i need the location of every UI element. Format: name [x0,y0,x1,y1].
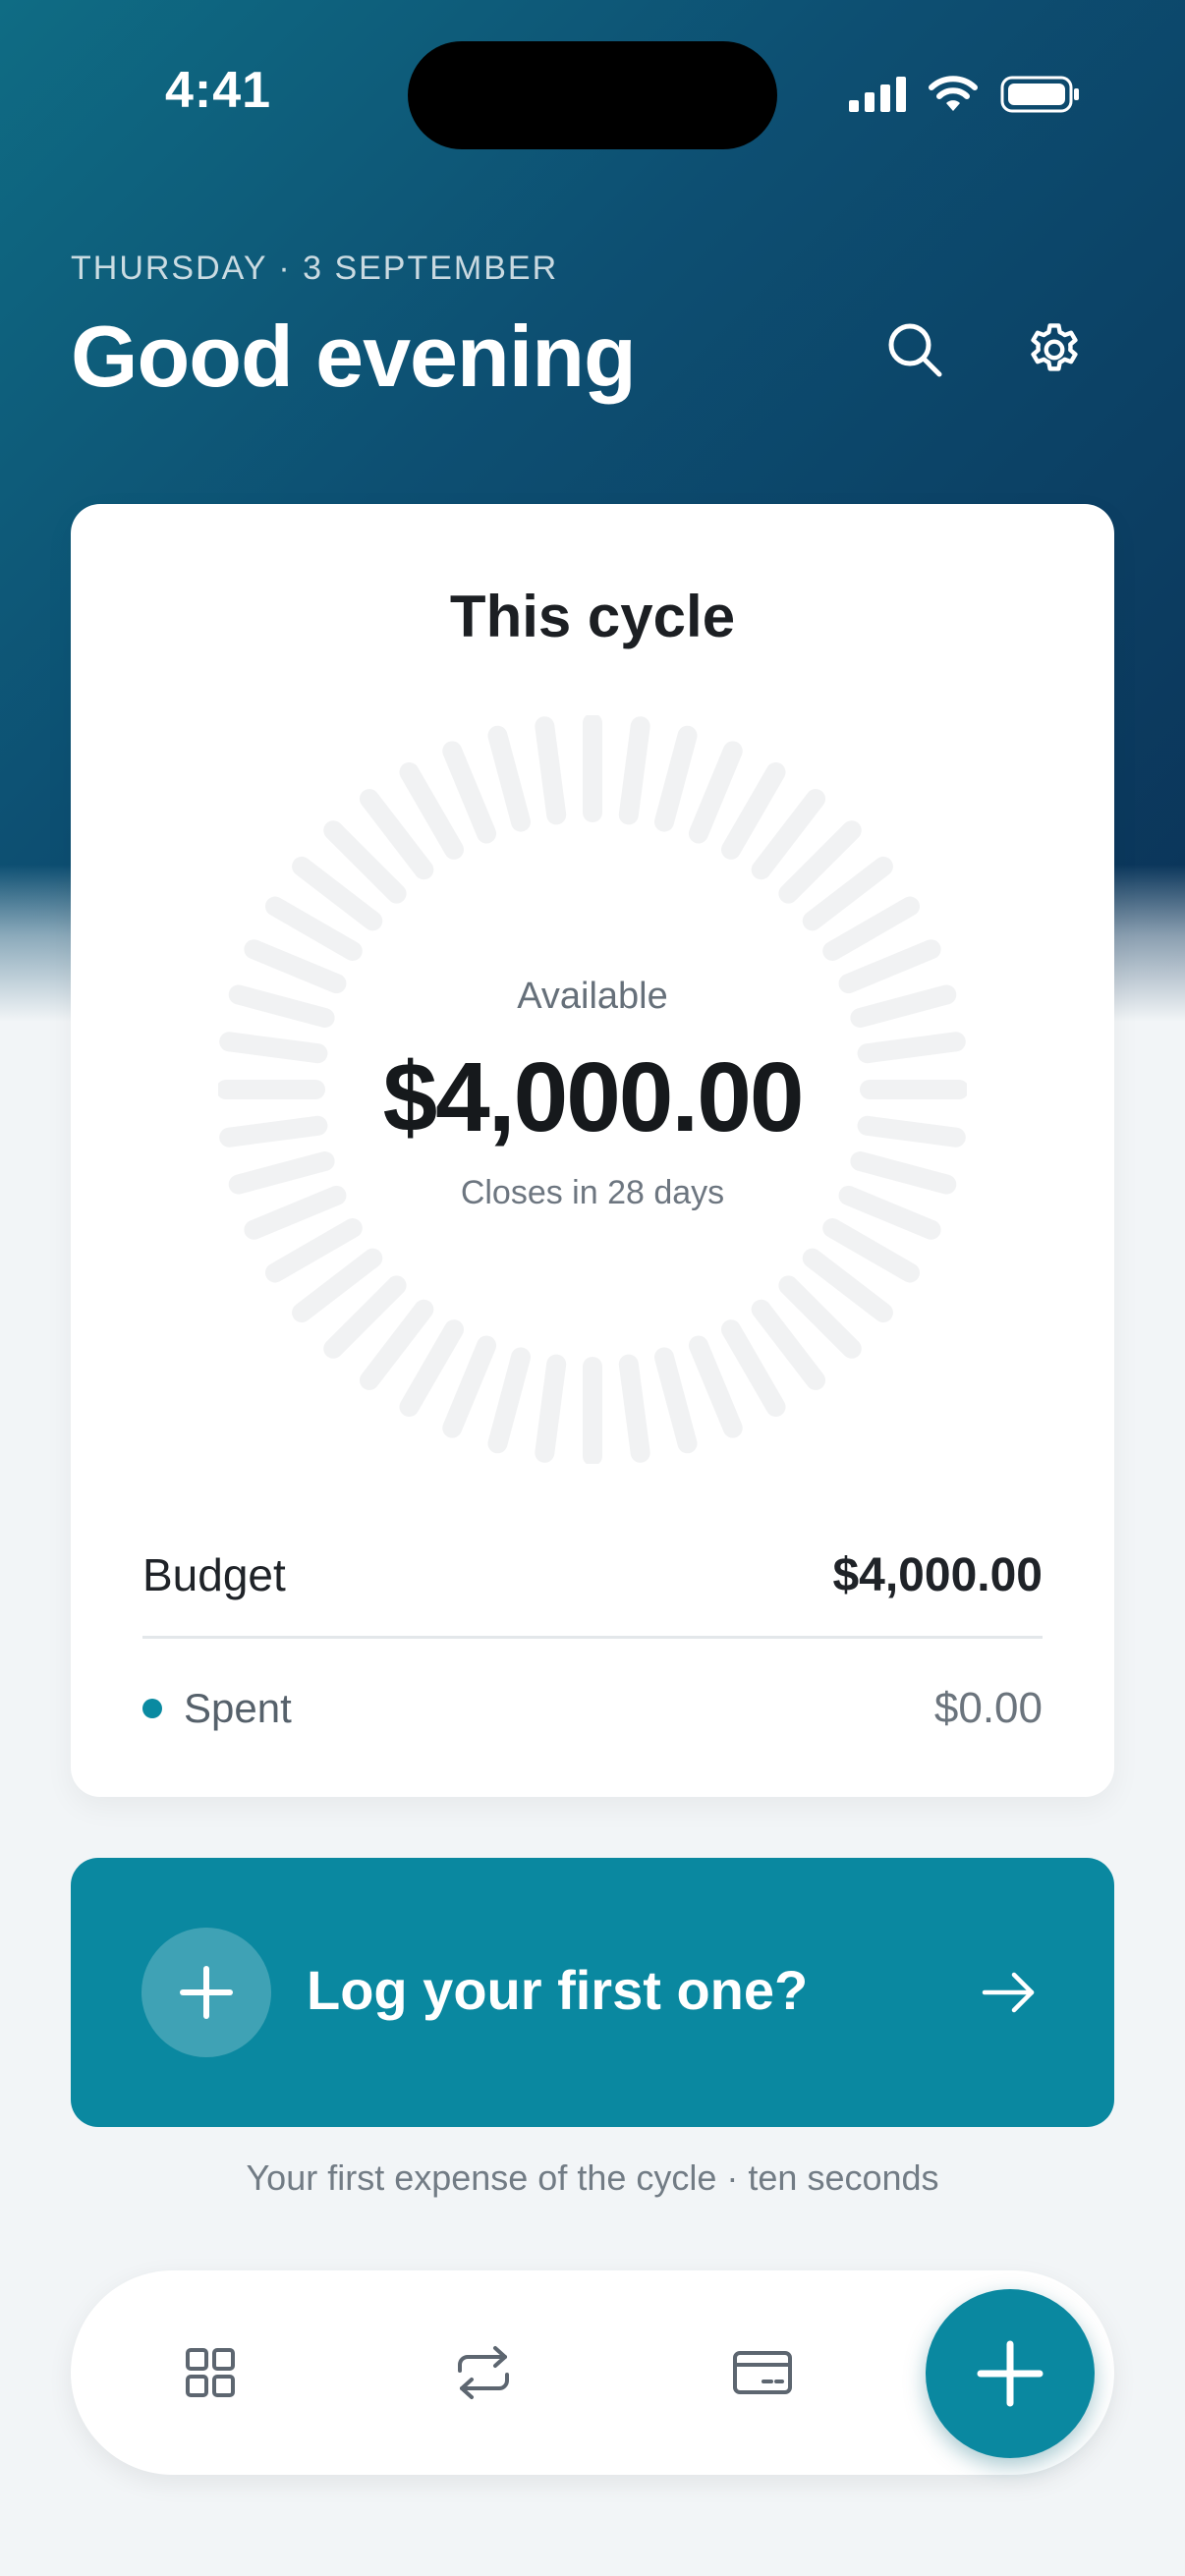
ring-segment [264,896,363,961]
available-label: Available [517,976,668,1017]
current-date: THURSDAY · 3 SEPTEMBER [71,250,559,287]
ring-segment [688,741,743,844]
spent-label: Spent [184,1685,292,1731]
credit-card-icon [733,2351,792,2394]
ring-segment [618,1354,650,1463]
ring-segment [442,1335,497,1438]
ring-segment [323,1275,407,1359]
wifi-icon [929,76,978,111]
card-title: This cycle [449,584,736,649]
ring-segment [822,896,921,961]
ring-segment [399,761,464,860]
ring-segment [778,820,862,904]
cycle-closes-in: Closes in 28 days [460,1174,725,1211]
ring-segment [399,1319,464,1418]
battery-icon [1000,76,1079,113]
cta-plus-circle [141,1928,271,2057]
spent-legend: Spent [142,1685,292,1732]
ring-segment [688,1335,743,1438]
spent-row: Spent $0.00 [142,1669,1043,1748]
ring-segment [778,1275,862,1359]
ring-segment [359,789,434,880]
add-expense-fab[interactable] [926,2289,1095,2458]
ring-segment [721,1319,786,1418]
ring-segment [292,1248,383,1323]
cellular-signal-icon [849,77,906,112]
log-first-expense-button[interactable]: Log your first one? [71,1858,1114,2127]
plus-icon [180,1966,233,2019]
ring-segment [323,820,407,904]
spent-value: $0.00 [933,1684,1043,1732]
ring-segment [487,1347,532,1454]
ring-segment [487,725,532,832]
status-icons [849,75,1081,114]
cta-subtitle: Your first expense of the cycle · ten se… [246,2157,939,2198]
ring-segment [822,1218,921,1283]
dashboard-grid-icon [186,2348,235,2397]
ring-segment [751,1299,826,1390]
available-amount: $4,000.00 [382,1042,805,1152]
budget-label: Budget [142,1549,286,1600]
nav-recurring-tab[interactable] [444,2333,523,2412]
ring-segment [802,856,893,931]
gear-icon [1031,323,1078,371]
spent-dot [142,1699,162,1718]
status-time: 4:41 [165,62,272,119]
nav-cards-tab[interactable] [723,2333,802,2412]
plus-icon [977,2340,1044,2407]
ring-segment [535,716,567,825]
budget-value: $4,000.00 [832,1548,1043,1601]
ring-segment [751,789,826,880]
arrow-right-icon [982,1972,1035,2013]
ring-segment [802,1248,893,1323]
ring-segment [264,1218,363,1283]
ring-segment [535,1354,567,1463]
ring-segment [653,1347,698,1454]
greeting-title: Good evening [71,308,637,405]
cta-label: Log your first one? [307,1959,809,2021]
ring-segment [442,741,497,844]
ring-segment [292,856,383,931]
ring-segment [359,1299,434,1390]
settings-button[interactable] [1019,314,1090,385]
ring-segment [618,716,650,825]
search-button[interactable] [879,314,950,385]
budget-row: Budget $4,000.00 [142,1536,1043,1614]
divider [142,1636,1043,1639]
ring-segment [721,761,786,860]
dynamic-island [408,41,777,149]
nav-dashboard-tab[interactable] [171,2333,250,2412]
cycle-card: This cycle Available $4,000.00 Closes in… [71,504,1114,1797]
search-icon [888,323,942,377]
recurring-arrows-icon [458,2346,509,2399]
ring-segment [653,725,698,832]
